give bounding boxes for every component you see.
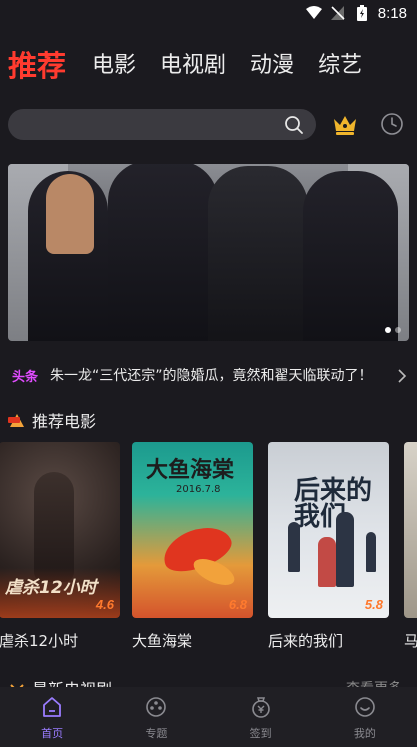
poster-figure xyxy=(366,532,376,572)
movie-title[interactable]: 后来的我们 xyxy=(268,630,389,651)
bottom-navigation: 首页 专题 签到 我的 xyxy=(0,687,417,747)
nav-label: 我的 xyxy=(353,727,376,740)
search-box[interactable] xyxy=(8,108,316,140)
crown-icon[interactable] xyxy=(332,112,358,136)
movie-card[interactable]: 后来的我们 5.8 后来的我们 xyxy=(268,442,389,651)
tab-variety[interactable]: 综艺 xyxy=(318,46,362,86)
banner-figure xyxy=(303,171,398,341)
movie-poster[interactable]: 大鱼海棠 2016.7.8 6.8 xyxy=(132,442,253,618)
tab-tv[interactable]: 电视剧 xyxy=(160,46,226,86)
nav-checkin[interactable]: 签到 xyxy=(209,687,313,747)
banner-figure xyxy=(108,164,218,341)
movie-card[interactable]: 大鱼海棠 2016.7.8 6.8 大鱼海棠 xyxy=(132,442,253,651)
poster-figure xyxy=(336,512,354,587)
headline-ticker[interactable]: 头条 朱一龙“三代还宗”的隐婚瓜，竟然和翟天临联动了！ xyxy=(12,364,408,386)
wifi-icon xyxy=(305,5,322,21)
chevron-right-icon[interactable] xyxy=(396,368,408,383)
section-recommended-movies: 推荐电影 xyxy=(8,408,96,432)
movie-card[interactable]: 马 xyxy=(404,442,417,651)
movie-title[interactable]: 大鱼海棠 xyxy=(132,630,253,651)
poster-figure xyxy=(34,472,74,582)
tab-anime[interactable]: 动漫 xyxy=(250,46,294,86)
banner-figure xyxy=(46,174,94,254)
section-title: 推荐电影 xyxy=(32,412,97,431)
poster-title-text: 大鱼海棠 xyxy=(146,458,235,483)
banner-carousel[interactable] xyxy=(8,164,409,341)
nav-label: 首页 xyxy=(41,727,64,740)
search-input[interactable] xyxy=(8,108,316,140)
category-tabs: 推荐 电影 电视剧 动漫 综艺 xyxy=(8,46,386,86)
poster-title-text: 虐杀12小时 xyxy=(5,578,97,598)
poster-figure xyxy=(288,522,300,572)
search-row xyxy=(8,108,408,140)
movie-rating: 4.6 xyxy=(95,597,114,612)
movie-rating: 5.8 xyxy=(364,597,383,612)
no-signal-icon xyxy=(330,5,346,21)
status-time: 8:18 xyxy=(377,4,407,22)
carousel-dot[interactable] xyxy=(395,327,401,333)
nav-home[interactable]: 首页 xyxy=(0,687,104,747)
new-badge-icon xyxy=(8,411,26,429)
checkin-icon[interactable] xyxy=(249,695,273,719)
nav-topic[interactable]: 专题 xyxy=(104,687,208,747)
movie-rating: 6.8 xyxy=(228,597,247,612)
search-icon[interactable] xyxy=(284,115,304,135)
poster-title-text: 后来的我们 xyxy=(294,476,373,532)
profile-icon[interactable] xyxy=(353,695,377,719)
movie-poster[interactable]: 虐杀12小时 4.6 xyxy=(0,442,120,618)
topic-icon[interactable] xyxy=(144,695,168,719)
battery-icon xyxy=(354,5,370,21)
movie-poster[interactable] xyxy=(404,442,417,618)
history-icon[interactable] xyxy=(380,112,404,136)
banner-figure xyxy=(208,166,308,341)
tab-recommend[interactable]: 推荐 xyxy=(8,46,66,86)
movie-card[interactable]: 虐杀12小时 4.6 虐杀12小时 xyxy=(0,442,120,651)
status-bar: 8:18 xyxy=(0,0,417,26)
nav-label: 签到 xyxy=(249,727,272,740)
movie-list: 虐杀12小时 4.6 虐杀12小时 大鱼海棠 2016.7.8 6.8 大鱼海棠… xyxy=(0,442,417,662)
nav-profile[interactable]: 我的 xyxy=(313,687,417,747)
tab-movie[interactable]: 电影 xyxy=(92,46,136,86)
movie-title[interactable]: 虐杀12小时 xyxy=(0,630,120,651)
poster-date: 2016.7.8 xyxy=(176,484,221,495)
home-icon[interactable] xyxy=(40,695,64,719)
movie-poster[interactable]: 后来的我们 5.8 xyxy=(268,442,389,618)
poster-figure xyxy=(318,537,336,587)
headline-text[interactable]: 朱一龙“三代还宗”的隐婚瓜，竟然和翟天临联动了！ xyxy=(50,365,388,385)
nav-label: 专题 xyxy=(145,727,168,740)
carousel-dots xyxy=(385,327,401,333)
carousel-dot[interactable] xyxy=(385,327,391,333)
movie-title[interactable]: 马 xyxy=(404,630,417,651)
headline-tag: 头条 xyxy=(12,369,39,385)
